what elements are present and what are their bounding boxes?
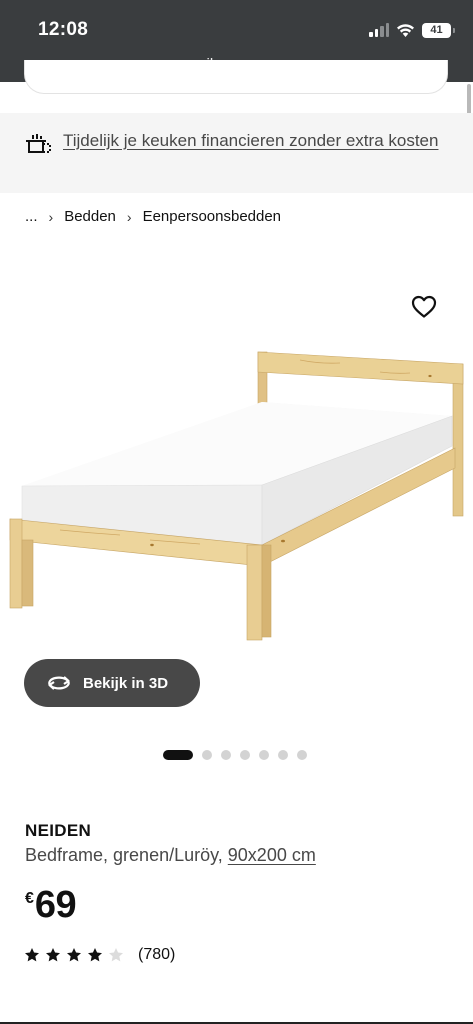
price-amount: 69 [34, 884, 77, 926]
carousel-dot[interactable] [221, 750, 231, 760]
breadcrumb-separator-icon: › [48, 208, 54, 225]
rotate-3d-icon [48, 676, 70, 690]
star-filled-icon [67, 948, 81, 962]
view-in-3d-label: Bekijk in 3D [83, 674, 169, 692]
view-in-3d-button[interactable]: Bekijk in 3D [24, 659, 200, 707]
carousel-dot[interactable] [297, 750, 307, 760]
price-currency: € [25, 890, 34, 907]
heart-icon[interactable] [411, 295, 437, 319]
product-rating[interactable]: (780) [24, 946, 175, 964]
star-filled-icon [46, 948, 60, 962]
breadcrumb-ellipsis[interactable]: ... [25, 208, 38, 225]
carousel-dot[interactable] [259, 750, 269, 760]
product-image[interactable] [0, 270, 473, 670]
carousel-pagination [163, 750, 307, 760]
search-bar[interactable] [24, 60, 448, 94]
breadcrumb: ... › Bedden › Eenpersoonsbedden [25, 208, 281, 225]
wifi-icon [397, 23, 414, 37]
carousel-dot[interactable] [278, 750, 288, 760]
bed-illustration [9, 351, 464, 641]
product-name: NEIDEN [25, 821, 92, 840]
breadcrumb-beds[interactable]: Bedden [64, 208, 116, 225]
promo-link[interactable]: Tijdelijk je keuken financieren zonder e… [63, 128, 443, 153]
star-filled-icon [88, 948, 102, 962]
breadcrumb-separator-icon: › [126, 208, 132, 225]
product-price: € 69 [25, 884, 77, 927]
carousel-dot[interactable] [163, 750, 193, 760]
promo-banner: Tijdelijk je keuken financieren zonder e… [0, 113, 473, 193]
breadcrumb-single-beds[interactable]: Eenpersoonsbedden [143, 208, 281, 225]
battery-icon: 41 [422, 22, 455, 38]
status-time: 12:08 [38, 19, 89, 40]
star-empty-icon [109, 948, 123, 962]
product-size-link[interactable]: 90x200 cm [228, 845, 316, 865]
star-filled-icon [25, 948, 39, 962]
carousel-dot[interactable] [240, 750, 250, 760]
kitchen-finance-icon [26, 134, 51, 153]
product-type: Bedframe, grenen/Luröy, [25, 845, 228, 865]
status-icons: 41 [369, 20, 455, 40]
product-description: Bedframe, grenen/Luröy, 90x200 cm [25, 845, 316, 866]
signal-icon [369, 23, 389, 37]
carousel-dot[interactable] [202, 750, 212, 760]
review-count[interactable]: (780) [138, 946, 175, 964]
